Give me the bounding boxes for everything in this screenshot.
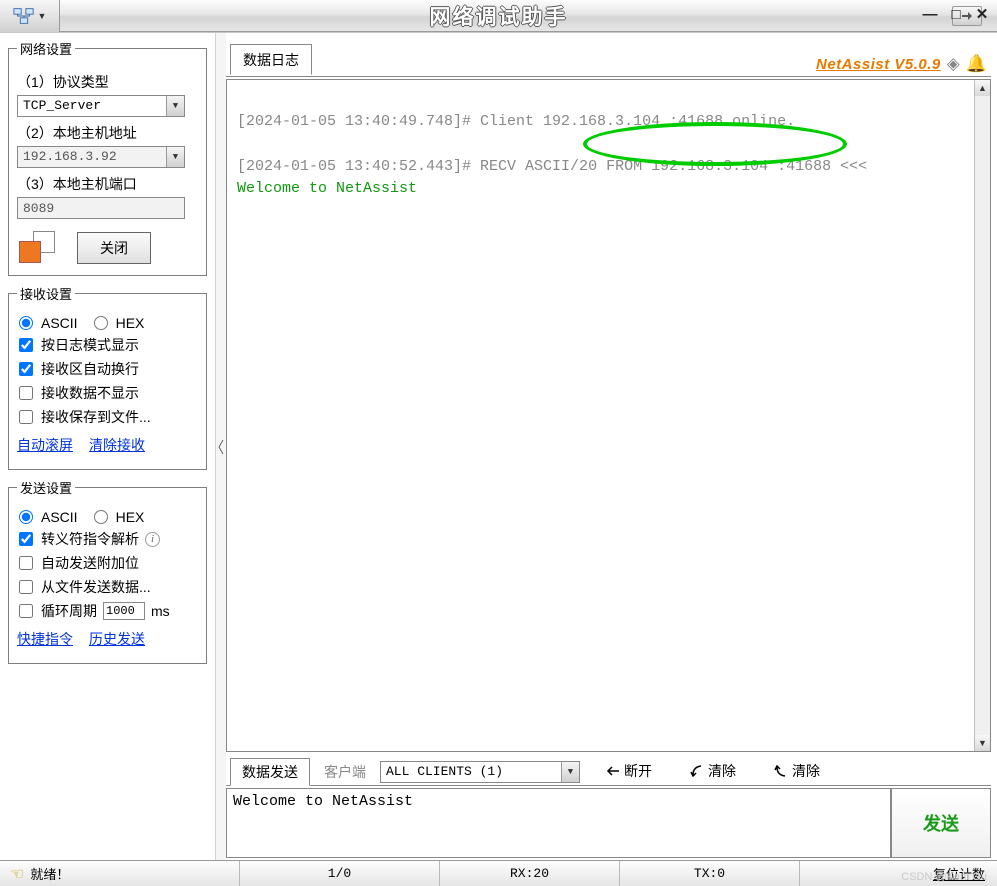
recv-logmode-check[interactable]: [19, 338, 33, 352]
send-ascii-radio[interactable]: [19, 510, 33, 524]
send-textarea[interactable]: [226, 788, 891, 858]
arrow-left-icon: [606, 765, 620, 777]
group-send-title: 发送设置: [17, 478, 75, 497]
close-connection-button[interactable]: 关闭: [77, 232, 151, 264]
group-send: 发送设置 ASCII HEX 转义符指令解析 i 自动发送附加位 从文件发送数据.…: [8, 478, 207, 664]
status-ready: 就绪！: [30, 864, 69, 883]
log-line-1: [2024-01-05 13:40:49.748]# Client 192.16…: [237, 113, 795, 130]
bell-icon[interactable]: 🔔: [966, 54, 987, 74]
group-network: 网络设置 （1）协议类型 TCP_Server ▼ （2）本地主机地址 192.…: [8, 39, 207, 276]
recv-hex-radio[interactable]: [94, 316, 108, 330]
send-target-select[interactable]: ALL CLIENTS (1) ▼: [380, 761, 580, 783]
panel-splitter[interactable]: [216, 33, 226, 860]
log-line-2a: [2024-01-05 13:40:52.443]# RECV ASCII/2: [237, 158, 588, 175]
recv-save-label: 接收保存到文件...: [41, 407, 151, 427]
send-loop-input[interactable]: [103, 602, 145, 620]
minimize-button[interactable]: —: [921, 5, 939, 23]
log-scrollbar[interactable]: ▲ ▼: [974, 80, 990, 751]
send-loop-suf: ms: [151, 603, 170, 619]
arrow-down-left-icon: [690, 765, 704, 777]
chevron-down-icon: ▼: [561, 762, 579, 782]
send-target-value: ALL CLIENTS (1): [381, 762, 561, 782]
send-hex-radio[interactable]: [94, 510, 108, 524]
recv-hide-label: 接收数据不显示: [41, 383, 139, 403]
arrow-up-left-icon: [774, 765, 788, 777]
network-icon: [13, 7, 35, 25]
status-tx: TX:0: [620, 861, 800, 886]
send-fromfile-label: 从文件发送数据...: [41, 577, 151, 597]
status-bar: ☜ 就绪！ 1/0 RX:20 TX:0 复位计数: [0, 860, 997, 886]
status-indicator-icon: [17, 231, 57, 265]
proto-select[interactable]: TCP_Server ▼: [17, 95, 185, 117]
quick-cmd-link[interactable]: 快捷指令: [17, 629, 73, 649]
dropdown-icon: ▼: [38, 11, 47, 21]
host-value: 192.168.3.92: [18, 147, 166, 167]
recv-logmode-label: 按日志模式显示: [41, 335, 139, 355]
left-panel: 网络设置 （1）协议类型 TCP_Server ▼ （2）本地主机地址 192.…: [0, 33, 216, 860]
scroll-down-icon[interactable]: ▼: [975, 735, 990, 751]
recv-save-check[interactable]: [19, 410, 33, 424]
app-menu-button[interactable]: ▼: [0, 0, 60, 32]
chevron-down-icon: ▼: [166, 147, 184, 167]
info-icon[interactable]: i: [145, 532, 160, 547]
tab-log[interactable]: 数据日志: [230, 44, 312, 75]
log-line-3: Welcome to NetAssist: [237, 180, 417, 197]
send-append-label: 自动发送附加位: [41, 553, 139, 573]
send-fromfile-check[interactable]: [19, 580, 33, 594]
proto-value: TCP_Server: [18, 96, 166, 116]
diamond-icon[interactable]: ◈: [947, 54, 960, 74]
right-panel: 数据日志 NetAssist V5.0.9 ◈ 🔔 [2024-01-05 13…: [226, 33, 997, 860]
send-loop-pre: 循环周期: [41, 601, 97, 621]
send-escape-check[interactable]: [19, 532, 33, 546]
send-button[interactable]: 发送: [891, 788, 991, 858]
log-line-2b: 0 FROM 192.168.3.104 :41688: [588, 158, 831, 175]
recv-ascii-label: ASCII: [41, 315, 78, 331]
recv-hex-label: HEX: [116, 315, 145, 331]
port-input[interactable]: [17, 197, 185, 219]
chevron-left-icon: [218, 438, 224, 456]
host-select[interactable]: 192.168.3.92 ▼: [17, 146, 185, 168]
title-bar: ▼ 网络调试助手 — □ ✕: [0, 0, 997, 32]
send-append-check[interactable]: [19, 556, 33, 570]
recv-ascii-radio[interactable]: [19, 316, 33, 330]
clear-recv-link[interactable]: 清除接收: [89, 435, 145, 455]
scroll-up-icon[interactable]: ▲: [975, 80, 990, 96]
send-hex-label: HEX: [116, 509, 145, 525]
recv-wrap-check[interactable]: [19, 362, 33, 376]
brand-link[interactable]: NetAssist V5.0.9: [816, 56, 941, 73]
port-label: （3）本地主机端口: [17, 174, 198, 194]
host-label: （2）本地主机地址: [17, 123, 198, 143]
chevron-down-icon: ▼: [166, 96, 184, 116]
group-network-title: 网络设置: [17, 39, 75, 58]
clear-down-button[interactable]: 清除: [678, 759, 748, 783]
auto-scroll-link[interactable]: 自动滚屏: [17, 435, 73, 455]
maximize-button[interactable]: □: [947, 5, 965, 23]
send-escape-label: 转义符指令解析: [41, 529, 139, 549]
tab-send[interactable]: 数据发送: [230, 758, 310, 786]
close-window-button[interactable]: ✕: [973, 5, 991, 23]
group-recv: 接收设置 ASCII HEX 按日志模式显示 接收区自动换行 接收数据不显示 接…: [8, 284, 207, 470]
log-content[interactable]: [2024-01-05 13:40:49.748]# Client 192.16…: [227, 80, 974, 751]
history-send-link[interactable]: 历史发送: [89, 629, 145, 649]
recv-wrap-label: 接收区自动换行: [41, 359, 139, 379]
send-ascii-label: ASCII: [41, 509, 78, 525]
log-area: [2024-01-05 13:40:49.748]# Client 192.16…: [226, 79, 991, 752]
hand-icon: ☜: [10, 864, 24, 884]
proto-label: （1）协议类型: [17, 72, 198, 92]
reset-counter-link[interactable]: 复位计数: [921, 864, 997, 883]
status-rx: RX:20: [440, 861, 620, 886]
send-loop-check[interactable]: [19, 604, 33, 618]
log-line-2c: <<<: [831, 158, 867, 175]
group-recv-title: 接收设置: [17, 284, 75, 303]
app-title: 网络调试助手: [60, 1, 937, 31]
clear-up-button[interactable]: 清除: [762, 759, 832, 783]
client-label: 客户端: [310, 762, 380, 785]
status-io: 1/0: [240, 861, 440, 886]
disconnect-button[interactable]: 断开: [594, 759, 664, 783]
recv-hide-check[interactable]: [19, 386, 33, 400]
